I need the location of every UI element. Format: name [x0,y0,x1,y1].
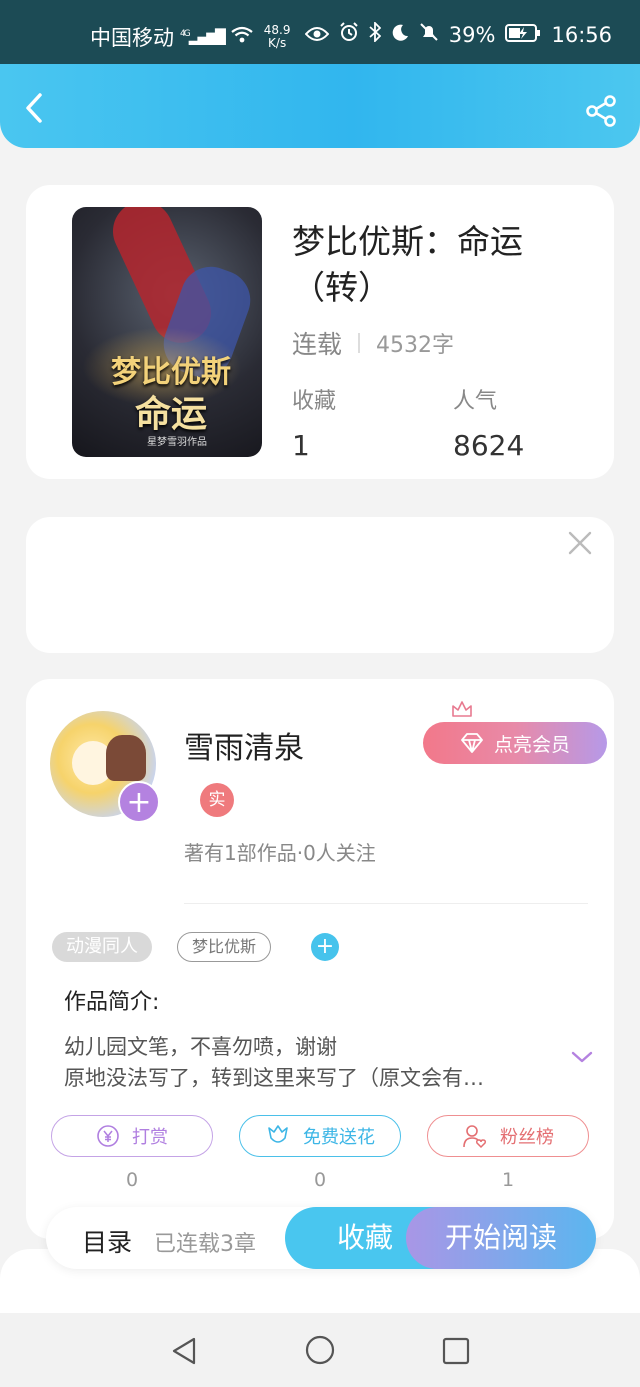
share-icon [586,95,616,127]
status-bar: 中国移动 4G▂▄▆█ 48.9 K/s 39% 16:56 [0,0,640,64]
fans-count: 1 [501,1169,515,1191]
cover-title-line2: 命运 [134,394,207,435]
nav-recent-button[interactable] [442,1337,470,1365]
flower-count: 0 [313,1169,327,1191]
vip-button-label: 点亮会员 [493,733,570,756]
fans-label: 粉丝榜 [500,1127,554,1148]
circle-home-icon [305,1335,335,1365]
intro-line: 原地没法写了，转到这里来写了（原文会有… [64,1066,484,1090]
book-word-count: 4532字 [376,333,455,358]
wifi-icon [230,25,254,49]
mute-bell-icon [419,22,439,47]
stat-favorites: 收藏 1 [292,383,336,462]
toc-button[interactable]: 目录 [82,1223,132,1259]
ad-card [26,517,614,653]
add-tag-button[interactable]: + [311,933,339,961]
verified-badge: 实 [200,783,234,817]
meta-divider [358,333,361,353]
send-flower-button[interactable]: 免费送花 [239,1115,401,1157]
share-button[interactable] [584,94,618,128]
tip-count: 0 [125,1169,139,1191]
tip-label: 打赏 [132,1127,168,1148]
triangle-back-icon [172,1337,196,1365]
back-button[interactable] [22,92,48,124]
close-icon [568,531,592,555]
diamond-icon [461,733,483,753]
tag-topic[interactable]: 梦比优斯 [177,932,272,962]
author-card: + 雪雨清泉 实 著有1部作品·0人关注 点亮会员 动漫同人 梦比优斯 + 作品… [26,679,614,1239]
book-cover[interactable]: 梦比优斯 命运 星梦雪羽作品 [72,207,262,457]
carrier-label: 中国移动 [90,26,174,50]
fans-icon [463,1125,486,1149]
fans-rank-button[interactable]: 粉丝榜 [427,1115,589,1157]
follow-plus-button[interactable]: + [118,781,160,823]
yen-icon [97,1125,119,1147]
book-title: 梦比优斯：命运（转） [292,222,523,307]
nav-back-button[interactable] [171,1337,197,1365]
book-info-card: 梦比优斯 命运 星梦雪羽作品 梦比优斯：命运（转） 连载 4532字 收藏 1 … [26,185,614,479]
stat-value: 1 [292,429,310,462]
chevron-down-icon [571,1051,593,1063]
vip-button[interactable]: 点亮会员 [423,701,607,764]
signal-icon: 4G▂▄▆█ [180,28,226,46]
close-button[interactable] [566,529,594,557]
tip-button[interactable]: 打赏 [51,1115,213,1157]
book-status: 连载 [292,330,343,359]
author-info: 著有1部作品·0人关注 [184,841,376,865]
chapter-status[interactable]: 已连载3章 [154,1226,256,1258]
intro-text: 幼儿园文笔，不喜勿喷，谢谢 原地没法写了，转到这里来写了（原文会有… [64,1032,564,1094]
nav-home-button[interactable] [305,1335,335,1365]
expand-intro-button[interactable] [570,1049,594,1065]
tag-category[interactable]: 动漫同人 [52,932,152,962]
flower-label: 免费送花 [303,1127,375,1148]
header-bar [0,64,640,148]
system-nav-bar [0,1313,640,1387]
author-name: 雪雨清泉 [184,731,304,766]
stat-value: 8624 [453,429,525,462]
battery-level: 39% [448,22,496,47]
stat-label: 人气 [453,389,498,414]
network-speed: 48.9 K/s [263,23,291,50]
back-arrow-icon [26,93,42,123]
intro-title: 作品简介: [64,990,160,1015]
battery-icon [505,23,541,47]
square-recent-icon [442,1337,470,1365]
book-meta: 连载 4532字 [292,325,454,361]
flower-icon [268,1125,288,1143]
bottom-action-bar: 目录 已连载3章 收藏 开始阅读 [46,1207,596,1269]
stat-popularity: 人气 8624 [453,383,524,462]
moon-icon [391,23,409,47]
stat-label: 收藏 [292,389,337,414]
bluetooth-icon [369,20,382,47]
eye-icon [304,23,330,47]
alarm-icon [339,22,359,47]
divider [184,903,588,904]
cover-author: 星梦雪羽作品 [147,437,207,448]
clock: 16:56 [551,22,612,47]
crown-icon [452,701,472,717]
intro-line: 幼儿园文笔，不喜勿喷，谢谢 [64,1035,337,1059]
avatar-hair [106,735,146,781]
start-reading-button[interactable]: 开始阅读 [406,1207,596,1269]
